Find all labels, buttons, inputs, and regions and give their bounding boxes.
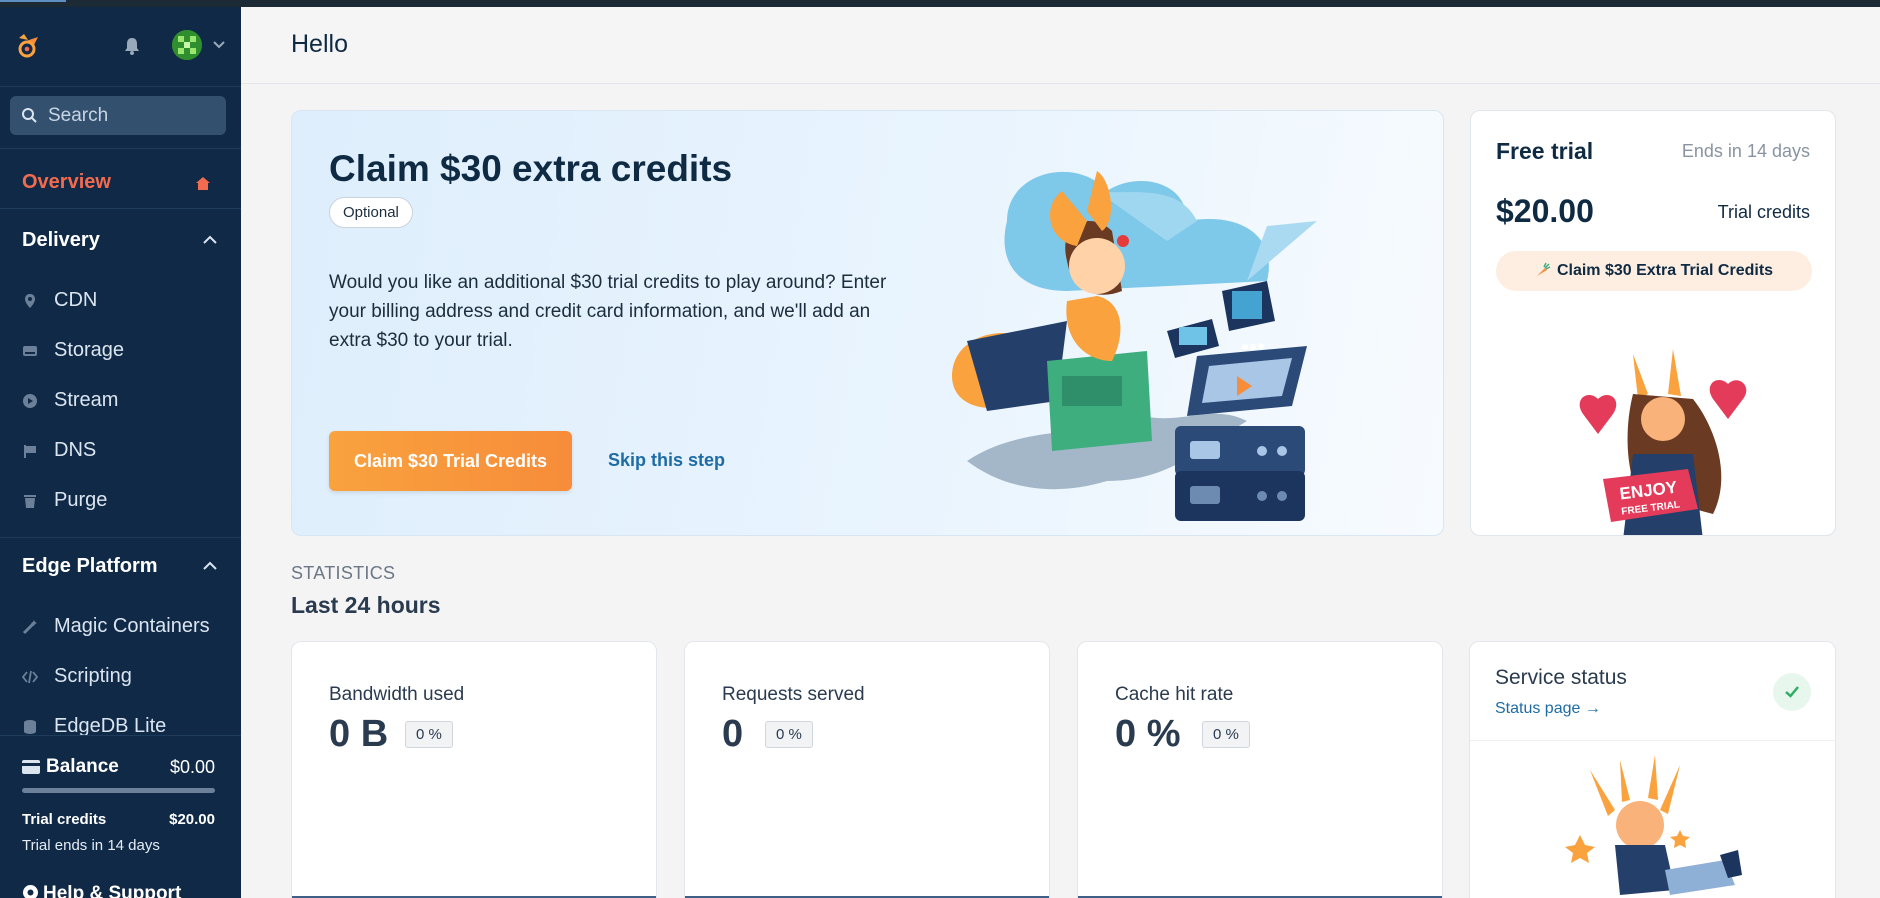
- user-avatar[interactable]: [172, 30, 202, 60]
- claim-extra-trial-credits-button[interactable]: Claim $30 Extra Trial Credits: [1496, 251, 1812, 291]
- claim-button-label: Claim $30 Extra Trial Credits: [1556, 262, 1774, 279]
- search-input[interactable]: [48, 96, 218, 135]
- carrot-icon: [1536, 262, 1551, 276]
- stat-card-requests: Requests served 0 0 %: [684, 641, 1050, 898]
- chevron-up-icon: [203, 561, 217, 570]
- sidebar-item-label: Magic Containers: [54, 615, 210, 637]
- sidebar-header: [0, 7, 241, 87]
- section-header-edge-platform[interactable]: Edge Platform: [22, 551, 218, 581]
- claim-credits-banner: Claim $30 extra credits Optional Would y…: [291, 110, 1444, 536]
- loading-indicator: [0, 0, 66, 2]
- play-circle-icon: [23, 394, 37, 408]
- service-status-title: Service status: [1495, 666, 1627, 689]
- stat-label: Requests served: [722, 684, 865, 705]
- banner-title: Claim $30 extra credits: [329, 148, 733, 189]
- sidebar-item-magic-containers[interactable]: Magic Containers: [22, 610, 222, 642]
- claim-trial-credits-button[interactable]: Claim $30 Trial Credits: [329, 431, 572, 491]
- free-trial-card: Free trial Ends in 14 days $20.00 Trial …: [1470, 110, 1836, 536]
- stat-value: 0 %: [1115, 713, 1181, 755]
- trial-ends-label: Ends in 14 days: [1681, 141, 1810, 161]
- sidebar-item-label: CDN: [54, 289, 98, 311]
- section-title: Edge Platform: [22, 555, 158, 577]
- database-icon: [24, 720, 36, 734]
- sidebar-item-purge[interactable]: Purge: [22, 484, 222, 516]
- bunny-illustration: [952, 171, 1317, 521]
- location-pin-icon: [25, 294, 35, 308]
- stat-change-badge: 0 %: [1202, 721, 1250, 748]
- stat-value: 0 B: [329, 713, 389, 755]
- sidebar-item-stream[interactable]: Stream: [22, 384, 222, 416]
- dns-flag-icon: [24, 445, 36, 458]
- balance-value: $0.00: [169, 757, 215, 777]
- chevron-down-icon[interactable]: [212, 40, 226, 50]
- sidebar-item-overview[interactable]: Overview: [22, 167, 222, 199]
- trial-amount: $20.00: [1496, 193, 1594, 229]
- stat-label: Bandwidth used: [329, 684, 465, 705]
- stat-card-bandwidth: Bandwidth used 0 B 0 %: [291, 641, 657, 898]
- sidebar-item-label: Overview: [22, 171, 111, 193]
- page-title: Hello: [291, 30, 348, 58]
- free-trial-title: Free trial: [1496, 138, 1594, 164]
- sidebar-item-cdn[interactable]: CDN: [22, 284, 222, 316]
- skip-step-link[interactable]: Skip this step: [608, 450, 725, 471]
- notifications-bell-icon[interactable]: [122, 36, 142, 56]
- help-label: Help & Support: [43, 883, 182, 898]
- sidebar-item-label: Purge: [54, 489, 108, 511]
- divider: [0, 208, 241, 209]
- trial-credits-label: Trial credits: [22, 811, 107, 828]
- status-page-link[interactable]: Status page →: [1495, 700, 1601, 718]
- credit-card-icon: [22, 760, 40, 774]
- sidebar-item-label: Storage: [54, 339, 125, 361]
- chevron-up-icon: [203, 235, 217, 244]
- trial-credits-value: $20.00: [169, 811, 215, 828]
- stat-change-badge: 0 %: [765, 721, 813, 748]
- balance-title: Balance: [46, 756, 119, 777]
- section-title: Delivery: [22, 229, 100, 251]
- sidebar-item-storage[interactable]: Storage: [22, 334, 222, 366]
- service-status-card: Service status Status page →: [1469, 641, 1836, 898]
- sidebar-item-label: Stream: [54, 389, 119, 411]
- balance-progress-bar: [22, 788, 215, 793]
- banner-description: Would you like an additional $30 trial c…: [329, 272, 887, 351]
- section-header-delivery[interactable]: Delivery: [22, 225, 218, 255]
- page-header: Hello: [241, 7, 1880, 84]
- sidebar: Overview Delivery CDN Storage Stream DNS…: [0, 7, 241, 898]
- help-support-link[interactable]: Help & Support: [22, 883, 181, 898]
- balance-panel: Balance $0.00 Trial credits $20.00 Trial…: [0, 735, 241, 870]
- check-icon: [1785, 686, 1799, 698]
- window-top-bar: [0, 0, 1880, 7]
- search-icon: [22, 108, 37, 123]
- code-icon: [22, 670, 38, 684]
- divider: [1470, 740, 1835, 741]
- trial-ends-text: Trial ends in 14 days: [22, 837, 160, 854]
- sidebar-item-scripting[interactable]: Scripting: [22, 660, 222, 692]
- enjoy-free-trial-mascot: ENJOY FREE TRIAL: [1579, 349, 1747, 535]
- trial-amount-label: Trial credits: [1717, 202, 1810, 222]
- search-box[interactable]: [10, 96, 226, 135]
- home-icon: [196, 177, 210, 190]
- optional-badge: Optional: [329, 197, 413, 228]
- stat-label: Cache hit rate: [1115, 684, 1234, 705]
- help-circle-icon: [23, 885, 38, 898]
- stat-value: 0: [722, 713, 744, 755]
- bunny-logo-icon[interactable]: [14, 31, 44, 61]
- happy-bunny-illustration: [1565, 755, 1742, 895]
- sidebar-item-label: Scripting: [54, 665, 132, 687]
- stat-card-cache-hit-rate: Cache hit rate 0 % 0 %: [1077, 641, 1443, 898]
- statistics-label: STATISTICS: [291, 563, 396, 583]
- divider: [0, 537, 241, 538]
- stat-change-badge: 0 %: [405, 721, 453, 748]
- status-ok-badge: [1773, 673, 1811, 711]
- magic-wand-icon: [22, 620, 37, 635]
- storage-drive-icon: [23, 346, 37, 356]
- sidebar-item-dns[interactable]: DNS: [22, 434, 222, 466]
- trash-icon: [24, 495, 36, 508]
- divider: [0, 148, 241, 149]
- statistics-title: Last 24 hours: [291, 592, 441, 618]
- sidebar-item-label: DNS: [54, 439, 97, 461]
